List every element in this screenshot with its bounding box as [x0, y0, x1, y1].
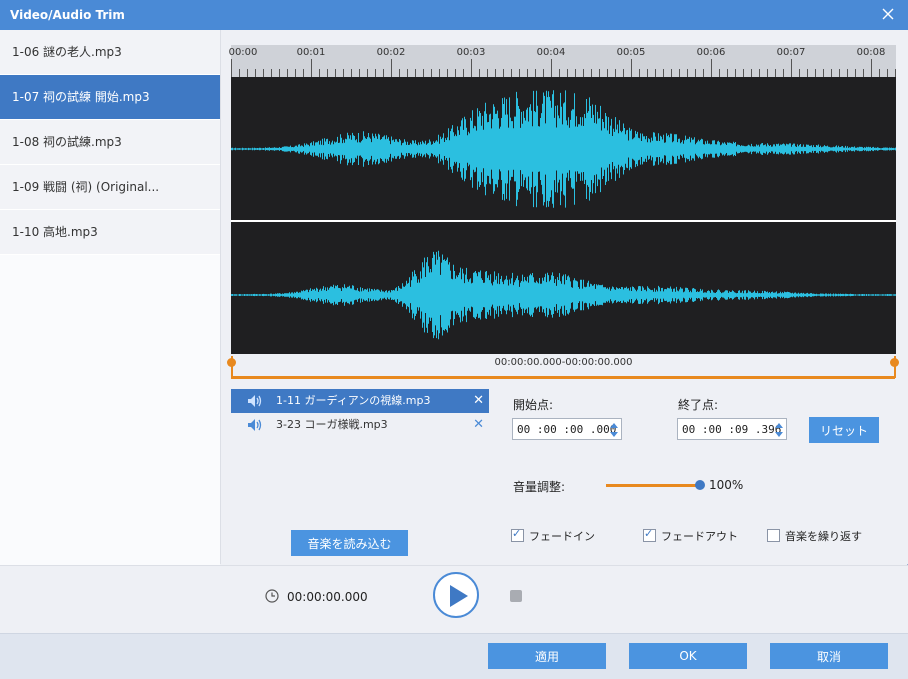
close-icon[interactable] — [880, 6, 896, 22]
channel-divider — [231, 220, 896, 222]
file-item[interactable]: 1-06 謎の老人.mp3 — [0, 30, 220, 75]
fade-in-checkbox[interactable]: フェードイン — [511, 527, 595, 544]
timeline-ruler[interactable]: 00:00 00:01 00:02 00:03 00:04 00:05 00:0… — [228, 45, 896, 77]
start-time-value: 00 :00 :00 .000 — [517, 423, 617, 436]
volume-value: 100% — [709, 478, 744, 492]
volume-label: 音量調整: — [513, 480, 566, 494]
trim-end-knob[interactable] — [890, 358, 899, 367]
music-item-name: 3-23 コーガ様戦.mp3 — [276, 418, 388, 431]
title-bar: Video/Audio Trim — [0, 0, 908, 30]
tick-label: 00:02 — [376, 47, 406, 58]
tick-label: 00:01 — [296, 47, 326, 58]
tick-label: 00:07 — [776, 47, 806, 58]
file-item[interactable]: 1-08 祠の試練.mp3 — [0, 120, 220, 165]
file-list-empty-area — [0, 255, 220, 565]
start-time-input[interactable]: 00 :00 :00 .000 — [512, 418, 622, 440]
music-item-name: 1-11 ガーディアンの視線.mp3 — [276, 394, 431, 407]
spinner-icon[interactable] — [774, 421, 784, 439]
cancel-button[interactable]: 取消 — [770, 643, 888, 669]
start-point-label: 開始点: — [513, 398, 554, 412]
fade-out-checkbox[interactable]: フェードアウト — [643, 527, 738, 544]
volume-slider-track[interactable] — [606, 484, 700, 487]
stop-button[interactable] — [510, 590, 522, 602]
waveform-channel — [231, 250, 896, 340]
file-item[interactable]: 1-10 高地.mp3 — [0, 210, 220, 255]
file-list: 1-06 謎の老人.mp3 1-07 祠の試練 開始.mp3 1-08 祠の試練… — [0, 30, 221, 565]
music-item[interactable]: 3-23 コーガ様戦.mp3 ✕ — [231, 413, 489, 437]
loop-music-label: 音楽を繰り返す — [785, 530, 862, 543]
current-time: 00:00:00.000 — [287, 590, 368, 604]
file-item-selected[interactable]: 1-07 祠の試練 開始.mp3 — [0, 75, 220, 120]
spinner-icon[interactable] — [609, 421, 619, 439]
tick-label: 00:05 — [616, 47, 646, 58]
speaker-icon — [248, 419, 262, 431]
checkbox-unchecked-icon[interactable] — [767, 529, 780, 542]
clock-icon — [265, 589, 279, 603]
tick-label: 00:03 — [456, 47, 486, 58]
checkbox-checked-icon[interactable] — [511, 527, 524, 542]
tick-label: 00:08 — [856, 47, 886, 58]
window-title: Video/Audio Trim — [10, 8, 125, 22]
file-item[interactable]: 1-09 戦闘 (祠) (Original... — [0, 165, 220, 210]
trim-range-track[interactable] — [231, 376, 895, 379]
speaker-icon — [248, 395, 262, 407]
reset-button[interactable]: リセット — [809, 417, 879, 443]
loop-music-checkbox[interactable]: 音楽を繰り返す — [767, 528, 862, 544]
tick-label: 00:00 — [228, 47, 258, 58]
waveform-view[interactable] — [231, 77, 896, 354]
end-point-label: 終了点: — [678, 398, 719, 412]
music-list: 1-11 ガーディアンの視線.mp3 ✕ 3-23 コーガ様戦.mp3 ✕ — [231, 389, 489, 437]
end-time-value: 00 :00 :09 .396 — [682, 423, 782, 436]
waveform-channel — [231, 90, 896, 208]
waveform-graphic — [231, 90, 896, 340]
fade-out-label: フェードアウト — [661, 530, 738, 543]
music-item-selected[interactable]: 1-11 ガーディアンの視線.mp3 ✕ — [231, 389, 489, 413]
remove-icon[interactable]: ✕ — [473, 389, 484, 413]
play-icon — [450, 585, 468, 607]
checkbox-checked-icon[interactable] — [643, 527, 656, 542]
tick-label: 00:06 — [696, 47, 726, 58]
trim-start-knob[interactable] — [227, 358, 236, 367]
end-time-input[interactable]: 00 :00 :09 .396 — [677, 418, 787, 440]
trim-range-label: 00:00:00.000-00:00:00.000 — [494, 357, 633, 368]
load-music-button[interactable]: 音楽を読み込む — [291, 530, 408, 556]
fade-in-label: フェードイン — [529, 530, 595, 543]
play-button[interactable] — [433, 572, 479, 618]
ok-button[interactable]: OK — [629, 643, 747, 669]
remove-icon[interactable]: ✕ — [473, 413, 484, 437]
volume-slider-knob[interactable] — [695, 480, 705, 490]
tick-label: 00:04 — [536, 47, 566, 58]
apply-button[interactable]: 適用 — [488, 643, 606, 669]
